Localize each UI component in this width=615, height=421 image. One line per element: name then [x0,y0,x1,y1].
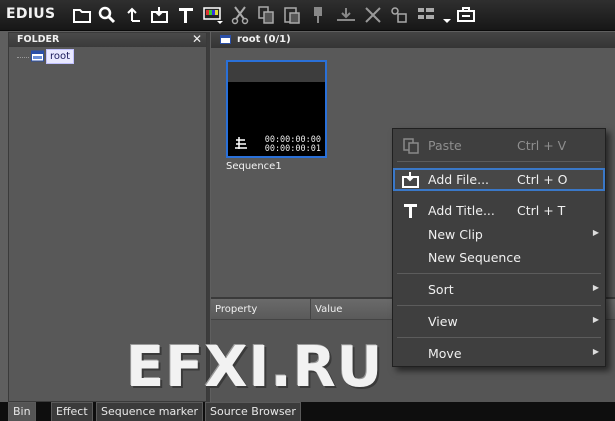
folder-panel-header: FOLDER ✕ [9,32,206,47]
properties-icon[interactable] [389,5,409,25]
tab-source-browser[interactable]: Source Browser [205,402,301,421]
tab-effect[interactable]: Effect [51,402,93,421]
menu-separator [397,161,601,162]
folder-panel-title: FOLDER [17,34,60,45]
menu-item-label: Paste [428,138,462,153]
clip-panel-header: root (0/1) [211,32,615,48]
column-header-value[interactable]: Value [315,304,342,315]
menu-separator [397,273,601,274]
menu-separator [397,337,601,338]
search-icon[interactable] [97,5,117,25]
delete-icon[interactable] [363,5,383,25]
menu-item-shortcut: Ctrl + O [517,172,568,187]
sequence-clip-thumbnail[interactable]: 00:00:00:00 00:00:00:01 [226,60,327,158]
menu-item-label: Add File... [428,172,490,187]
menu-item-sort[interactable]: Sort ▶ [393,278,605,301]
submenu-arrow-icon: ▶ [592,315,599,324]
folder-icon [31,50,44,62]
marker-icon[interactable] [309,5,329,25]
menu-item-shortcut: Ctrl + T [517,203,566,218]
timeline-insert-icon[interactable] [336,5,356,25]
menu-item-label: New Clip [428,227,483,242]
tree-item-label: root [46,49,75,64]
context-menu: Paste Ctrl + V Add File... Ctrl + O Add … [392,128,606,367]
bin-icon[interactable] [456,5,476,25]
up-arrow-icon[interactable] [124,5,144,25]
title-icon [402,202,420,219]
menu-separator [397,305,601,306]
clip-timecode-out: 00:00:00:01 [264,144,321,154]
menu-item-shortcut: Ctrl + V [517,138,567,153]
add-file-icon[interactable] [150,5,170,25]
copy-icon[interactable] [256,5,276,25]
add-file-icon [402,171,420,188]
clip-panel-title: root (0/1) [237,34,291,45]
clip-top-band [228,62,325,82]
dropdown-arrow-icon[interactable] [437,5,451,25]
main-toolbar: EDIUS [0,0,615,31]
menu-item-view[interactable]: View ▶ [393,310,605,333]
cut-icon[interactable] [230,5,250,25]
menu-item-add-title[interactable]: Add Title... Ctrl + T [393,199,605,222]
menu-item-label: Add Title... [428,203,495,218]
menu-item-label: Sort [428,282,454,297]
view-mode-icon[interactable] [416,5,436,25]
menu-item-add-file[interactable]: Add File... Ctrl + O [393,168,605,191]
color-bar-icon[interactable] [203,5,223,25]
menu-item-label: Move [428,346,462,361]
close-icon[interactable]: ✕ [192,32,202,46]
menu-item-label: View [428,314,458,329]
open-folder-icon[interactable] [72,5,92,25]
paste-icon[interactable] [282,5,302,25]
sequence-icon [234,136,248,150]
menu-item-move[interactable]: Move ▶ [393,342,605,365]
submenu-arrow-icon: ▶ [592,347,599,356]
tab-sequence-marker[interactable]: Sequence marker [96,402,204,421]
app-title: EDIUS [6,6,56,22]
submenu-arrow-icon: ▶ [592,283,599,292]
submenu-arrow-icon: ▶ [592,228,599,237]
menu-item-new-clip[interactable]: New Clip ▶ [393,223,605,246]
title-icon[interactable] [176,5,196,25]
menu-item-paste[interactable]: Paste Ctrl + V [393,134,605,157]
watermark: EFXI.RU [126,335,384,400]
folder-icon [220,35,231,44]
clip-name: Sequence1 [226,161,282,172]
tree-connector [17,57,29,58]
column-header-property[interactable]: Property [215,304,257,315]
column-divider[interactable] [310,299,311,320]
paste-icon [402,137,420,154]
menu-item-new-sequence[interactable]: New Sequence [393,246,605,269]
tab-bin[interactable]: Bin [8,402,36,421]
menu-item-label: New Sequence [428,250,521,265]
